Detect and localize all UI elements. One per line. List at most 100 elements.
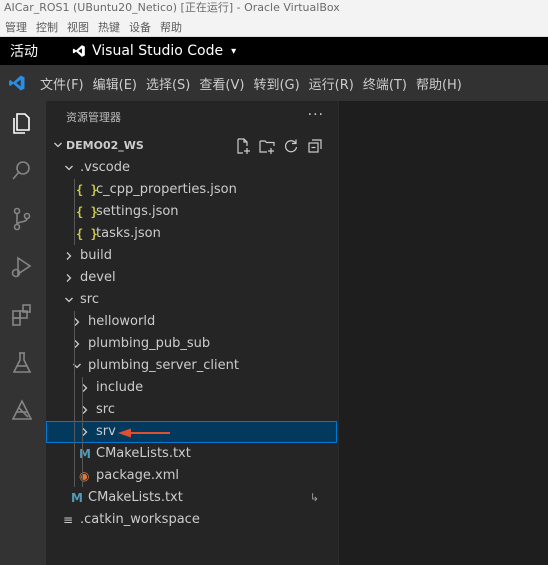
tree-item-label: devel: [80, 270, 116, 285]
vbox-menu-hotkeys[interactable]: 热键: [93, 19, 124, 35]
explorer-actions: [234, 137, 324, 155]
menu-terminal[interactable]: 终端(T): [363, 74, 414, 93]
cmake-file-icon: M: [71, 491, 83, 505]
tree-item-label: CMakeLists.txt: [88, 490, 183, 505]
explorer-icon[interactable]: [8, 109, 36, 137]
chevron-down-icon: [65, 297, 73, 303]
tree-item-label: src: [80, 292, 99, 307]
vbox-menu-view[interactable]: 视图: [62, 19, 93, 35]
app-menu[interactable]: Visual Studio Code ▾: [72, 43, 236, 59]
chevron-down-icon: ▾: [231, 45, 237, 57]
tree-folder[interactable]: include: [46, 377, 337, 399]
activities-button[interactable]: 活动: [10, 41, 38, 61]
tree-item-label: helloworld: [88, 314, 156, 329]
json-file-icon: { }: [76, 227, 98, 241]
tree-item-label: settings.json: [96, 204, 179, 219]
json-file-icon: { }: [76, 205, 98, 219]
tree-item-label: CMakeLists.txt: [96, 446, 191, 461]
menu-view[interactable]: 查看(V): [199, 74, 251, 93]
tree-file[interactable]: M CMakeLists.txt: [46, 443, 337, 465]
vbox-window-title: AICar_ROS1 (UBuntu20_Netico) [正在运行] - Or…: [0, 0, 548, 17]
symlink-icon: ↳: [309, 491, 319, 504]
tree-item-label: package.xml: [96, 468, 179, 483]
tree-item-label: .catkin_workspace: [80, 512, 200, 527]
annotation-arrow: [118, 428, 170, 438]
text-file-icon: ≡: [63, 513, 74, 527]
more-actions-icon[interactable]: ···: [308, 107, 324, 123]
vbox-menu-help[interactable]: 帮助: [155, 19, 186, 35]
tree-file[interactable]: { } c_cpp_properties.json: [46, 179, 337, 201]
indent-guide: [74, 179, 75, 245]
vbox-menubar: 管理 控制 视图 热键 设备 帮助: [0, 17, 548, 37]
chevron-down-icon: [54, 142, 62, 148]
extensions-icon[interactable]: [8, 301, 36, 329]
workspace-header[interactable]: DEMO02_WS: [46, 135, 338, 157]
explorer-title: 资源管理器: [66, 111, 121, 124]
search-icon[interactable]: [8, 157, 36, 185]
tree-folder[interactable]: helloworld: [46, 311, 337, 333]
workspace-title: DEMO02_WS: [66, 139, 144, 152]
tree-file[interactable]: M CMakeLists.txt ↳: [46, 487, 337, 509]
tree-item-label: src: [96, 402, 115, 417]
refresh-icon[interactable]: [282, 137, 300, 155]
tree-folder[interactable]: src: [46, 399, 337, 421]
collapse-all-icon[interactable]: [306, 137, 324, 155]
tree-item-label: build: [80, 248, 112, 263]
tree-folder[interactable]: devel: [46, 267, 337, 289]
source-control-icon[interactable]: [8, 205, 36, 233]
gnome-top-bar: 活动 Visual Studio Code ▾: [0, 37, 548, 65]
tree-item-label: plumbing_server_client: [88, 358, 239, 373]
tree-folder[interactable]: build: [46, 245, 337, 267]
menu-run[interactable]: 运行(R): [309, 74, 361, 93]
editor-area[interactable]: [338, 101, 548, 565]
vbox-menu-devices[interactable]: 设备: [124, 19, 155, 35]
chevron-right-icon: [66, 274, 72, 282]
menu-file[interactable]: 文件(F): [40, 74, 91, 93]
tree-item-label: include: [96, 380, 144, 395]
indent-guide: [74, 311, 75, 487]
tree-folder[interactable]: plumbing_pub_sub: [46, 333, 337, 355]
tree-item-label: c_cpp_properties.json: [96, 182, 237, 197]
menu-selection[interactable]: 选择(S): [146, 74, 197, 93]
vscode-logo-icon: [9, 75, 25, 91]
chevron-right-icon: [74, 318, 80, 326]
tree-file[interactable]: ≡ .catkin_workspace: [46, 509, 337, 531]
menu-edit[interactable]: 编辑(E): [93, 74, 144, 93]
chevron-right-icon: [74, 340, 80, 348]
tree-folder[interactable]: .vscode: [46, 157, 337, 179]
tree-item-label: tasks.json: [96, 226, 161, 241]
tree-file[interactable]: { } settings.json: [46, 201, 337, 223]
chevron-right-icon: [66, 252, 72, 260]
tree-item-label: srv: [96, 424, 116, 439]
tree-folder[interactable]: srv: [46, 421, 337, 443]
vscode-menubar: 文件(F) 编辑(E) 选择(S) 查看(V) 转到(G) 运行(R) 终端(T…: [0, 65, 548, 101]
explorer-header: 资源管理器: [46, 101, 338, 133]
chevron-right-icon: [82, 384, 88, 392]
new-folder-icon[interactable]: [258, 137, 276, 155]
tree-file[interactable]: ◉ package.xml: [46, 465, 337, 487]
chevron-right-icon: [82, 406, 88, 414]
menu-go[interactable]: 转到(G): [253, 74, 306, 93]
chevron-right-icon: [82, 428, 88, 436]
tree-folder[interactable]: plumbing_server_client: [46, 355, 337, 377]
json-file-icon: { }: [76, 183, 98, 197]
app-menu-label: Visual Studio Code: [92, 43, 224, 59]
run-debug-icon[interactable]: [8, 253, 36, 281]
new-file-icon[interactable]: [234, 137, 252, 155]
ros-icon[interactable]: [8, 397, 36, 425]
tree-folder[interactable]: src: [46, 289, 337, 311]
vbox-menu-control[interactable]: 控制: [31, 19, 62, 35]
menu-help[interactable]: 帮助(H): [416, 74, 469, 93]
cmake-file-icon: M: [79, 447, 91, 461]
vscode-app-icon: [72, 45, 85, 57]
explorer-sidebar: 资源管理器 ··· DEMO02_WS .vscode {} c_cpp_pr…: [46, 101, 338, 565]
vbox-menu-manage[interactable]: 管理: [0, 19, 31, 35]
indent-guide: [82, 377, 83, 487]
tree-item-label: plumbing_pub_sub: [88, 336, 211, 351]
tree-file[interactable]: { } tasks.json: [46, 223, 337, 245]
activity-bar: [0, 101, 46, 565]
rss-feed-icon: ◉: [79, 469, 90, 483]
tree-item-label: .vscode: [80, 160, 130, 175]
testing-icon[interactable]: [8, 349, 36, 377]
chevron-down-icon: [65, 165, 73, 171]
